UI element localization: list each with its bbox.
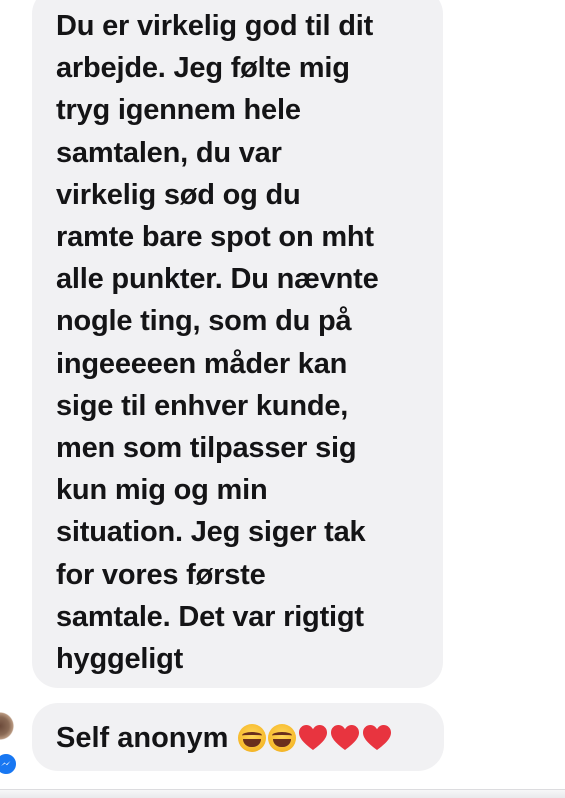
message-line: men som tilpasser sig [56, 432, 357, 465]
message-line: samtale. Det var rigtigt [56, 600, 364, 633]
message-line: alle punkter. Du nævnte [56, 263, 379, 296]
message-text: Du er virkelig god til dit arbejde. Jeg … [56, 5, 436, 680]
message-line: hyggeligt [56, 643, 184, 676]
message-text-last: Self anonym [56, 721, 392, 755]
message-line: for vores første [56, 558, 266, 591]
messenger-badge-icon [0, 752, 18, 776]
message-last-label: Self anonym [56, 722, 229, 754]
red-heart-emoji-icon [331, 725, 360, 750]
message-line: nogle ting, som du på [56, 305, 352, 338]
message-line: kun mig og min [56, 474, 268, 507]
page-bottom-edge [0, 789, 565, 798]
message-line: ingeeeeen måder kan [56, 347, 348, 380]
red-heart-emoji-icon [299, 725, 328, 750]
message-line: tryg igennem hele [56, 94, 301, 127]
message-line: situation. Jeg siger tak [56, 516, 366, 549]
message-bubble-last[interactable]: Self anonym [32, 703, 444, 771]
message-line: arbejde. Jeg følte mig [56, 52, 350, 85]
message-line: Du er virkelig god til dit [56, 10, 374, 42]
message-bubble[interactable]: Du er virkelig god til dit arbejde. Jeg … [32, 0, 443, 688]
red-heart-emoji-icon [363, 725, 392, 750]
message-line: virkelig sød og du [56, 178, 301, 211]
messenger-bolt-icon [1, 761, 11, 766]
emoji-row [238, 724, 392, 752]
message-line: samtalen, du var [56, 136, 282, 169]
laughing-tears-emoji-icon [268, 724, 297, 752]
message-line: sige til enhver kunde, [56, 389, 349, 422]
laughing-tears-emoji-icon [238, 724, 267, 752]
message-line: ramte bare spot on mht [56, 221, 374, 254]
